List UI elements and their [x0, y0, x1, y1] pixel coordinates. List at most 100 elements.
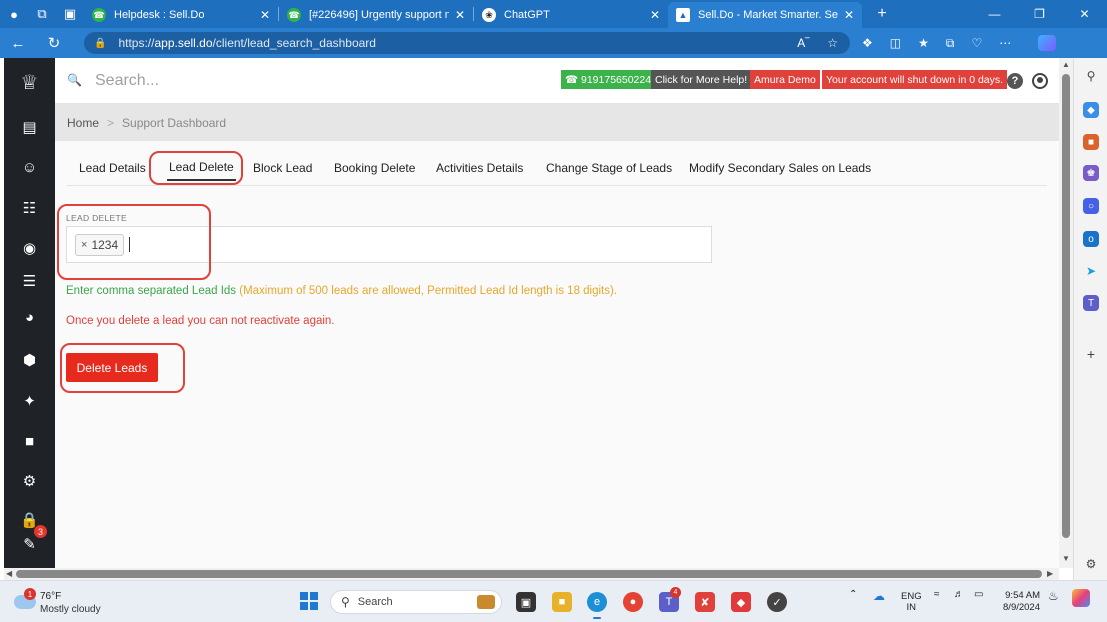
folder-icon[interactable]: ■ — [4, 426, 55, 456]
browser-tab-selldo[interactable]: ▲ Sell.Do - Market Smarter. Sell Faster … — [668, 2, 862, 28]
lock-icon[interactable]: 🔒 — [94, 38, 106, 49]
favorite-star-icon[interactable]: ☆ — [827, 36, 838, 50]
anydesk-icon[interactable]: ◆ — [731, 592, 751, 612]
taskbar-search[interactable]: ⚲ Search — [330, 590, 502, 614]
copilot-taskbar-icon[interactable] — [1072, 589, 1090, 607]
gear-icon[interactable]: ⚙ — [4, 466, 55, 496]
weather-widget[interactable]: 1 76°F Mostly cloudy — [12, 588, 132, 617]
copilot-icon[interactable] — [1038, 35, 1057, 51]
minimize-icon[interactable]: — — [972, 0, 1017, 28]
battery-icon[interactable]: ▭ — [974, 589, 983, 600]
outlook-icon[interactable]: o — [1083, 231, 1099, 247]
megaphone-icon[interactable]: ✎ 3 — [4, 525, 55, 559]
scroll-down-icon[interactable]: ▼ — [1062, 554, 1070, 563]
clock[interactable]: 9:54 AM 8/9/2024 — [996, 590, 1040, 614]
magic-wand-icon[interactable]: ✦ — [4, 386, 55, 416]
user-avatar-icon[interactable] — [1032, 73, 1048, 89]
start-icon[interactable] — [300, 592, 318, 610]
more-menu-icon[interactable]: ⋯ — [999, 36, 1011, 50]
workspaces-icon[interactable]: ⧉ — [28, 0, 56, 28]
shopping-tag-icon[interactable]: ◆ — [1083, 102, 1099, 118]
region-code: IN — [906, 602, 917, 613]
new-tab-icon[interactable]: + — [872, 5, 892, 23]
close-window-icon[interactable]: ✕ — [1062, 0, 1107, 28]
scrollbar-thumb[interactable] — [1062, 74, 1070, 538]
volume-icon[interactable]: ♬ — [954, 589, 964, 600]
cube-icon[interactable]: ⬢ — [4, 345, 55, 375]
close-tab-icon[interactable]: ✕ — [260, 8, 270, 22]
browser-essentials-icon[interactable]: ♡ — [971, 36, 982, 50]
snipping-tool-icon[interactable]: ✘ — [695, 592, 715, 612]
profile-icon[interactable]: ● — [0, 0, 28, 28]
tab-title: ChatGPT — [504, 9, 550, 21]
extensions-icon[interactable]: ❖ — [862, 36, 873, 50]
analytics-icon[interactable]: ▤ — [4, 112, 55, 142]
users-icon[interactable]: ☺ — [4, 152, 55, 182]
edge-icon[interactable]: e — [587, 592, 607, 619]
scroll-left-icon[interactable]: ◀ — [6, 569, 12, 578]
tab-activities-details[interactable]: Activities Details — [436, 154, 523, 181]
help-button[interactable]: Click for More Help! — [651, 70, 752, 89]
maximize-icon[interactable]: ❐ — [1017, 0, 1062, 28]
search-input[interactable] — [95, 69, 515, 93]
notification-bell-icon[interactable]: ♨ — [1048, 589, 1059, 603]
teams-icon[interactable]: T 4 — [659, 587, 681, 612]
settings-icon[interactable]: ⚙ — [1083, 556, 1099, 572]
file-explorer-icon[interactable]: ■ — [552, 592, 572, 612]
tab-lead-delete[interactable]: Lead Delete — [167, 154, 236, 181]
delete-leads-button[interactable]: Delete Leads — [66, 353, 158, 382]
vertical-scrollbar[interactable]: ▲ ▼ — [1059, 58, 1073, 568]
tab-lead-details[interactable]: Lead Details — [79, 154, 146, 181]
refresh-icon[interactable]: ↻ — [36, 28, 72, 58]
help-icon[interactable]: ? — [1007, 73, 1023, 89]
close-tab-icon[interactable]: ✕ — [844, 8, 854, 22]
close-tab-icon[interactable]: ✕ — [650, 8, 660, 22]
browser-tab-ticket[interactable]: ☎ [#226496] Urgently support needed ✕ — [279, 2, 473, 28]
tab-change-stage[interactable]: Change Stage of Leads — [546, 154, 672, 181]
collections-icon[interactable]: ⧉ — [946, 36, 955, 51]
scroll-right-icon[interactable]: ▶ — [1047, 569, 1053, 578]
book-icon[interactable]: ☷ — [4, 193, 55, 223]
browser-tab-helpdesk[interactable]: ☎ Helpdesk : Sell.Do ✕ — [84, 2, 278, 28]
onedrive-icon[interactable]: ☁ — [873, 589, 885, 603]
language-indicator[interactable]: ENG IN — [901, 591, 922, 613]
wifi-icon[interactable]: ≈ — [934, 589, 940, 600]
tab-booking-delete[interactable]: Booking Delete — [334, 154, 415, 181]
add-icon[interactable]: + — [1083, 346, 1099, 362]
selldo-logo-icon[interactable]: ♕ — [4, 58, 55, 106]
tab-modify-secondary-sales[interactable]: Modify Secondary Sales on Leads — [689, 154, 871, 181]
account-button[interactable]: Amura Demo — [750, 70, 820, 89]
chrome-icon[interactable]: ● — [623, 592, 643, 612]
clock-app-icon[interactable]: ✓ — [767, 592, 787, 612]
send-icon[interactable]: ➤ — [1083, 263, 1099, 279]
copilot-side-icon[interactable]: ○ — [1083, 198, 1099, 214]
tab-actions-icon[interactable]: ▣ — [56, 0, 84, 28]
task-view-icon[interactable]: ▣ — [516, 592, 536, 612]
games-icon[interactable]: ♚ — [1083, 165, 1099, 181]
phone-button[interactable]: ☎ 919175650224 — [561, 70, 656, 89]
search-icon[interactable]: ⚲ — [1083, 68, 1099, 84]
back-icon[interactable]: ← — [0, 28, 36, 58]
pie-chart-icon[interactable]: ◕ — [4, 302, 55, 332]
scroll-up-icon[interactable]: ▲ — [1062, 60, 1070, 69]
favorites-icon[interactable]: ★ — [918, 36, 929, 50]
close-tab-icon[interactable]: ✕ — [455, 8, 465, 22]
horizontal-scrollbar[interactable]: ◀ ▶ — [4, 568, 1059, 580]
chip-value: 1234 — [91, 238, 119, 252]
split-screen-icon[interactable]: ◫ — [890, 36, 901, 50]
browser-tab-chatgpt[interactable]: ❀ ChatGPT ✕ — [474, 2, 668, 28]
read-aloud-icon[interactable]: A‾ — [797, 36, 809, 50]
breadcrumb-home[interactable]: Home — [67, 116, 99, 130]
scrollbar-thumb[interactable] — [16, 570, 1042, 578]
list-icon[interactable]: ☰ — [4, 266, 55, 296]
chevron-up-icon[interactable]: ⌃ — [849, 589, 857, 600]
toolbox-icon[interactable]: ■ — [1083, 134, 1099, 150]
tab-block-lead[interactable]: Block Lead — [253, 154, 312, 181]
teams-icon[interactable]: T — [1083, 295, 1099, 311]
shutdown-warning-badge[interactable]: Your account will shut down in 0 days. — [822, 70, 1008, 89]
lead-id-input[interactable]: × 1234 — [66, 226, 712, 263]
remove-chip-icon[interactable]: × — [81, 239, 87, 251]
chat-icon[interactable]: ◉ — [4, 233, 55, 263]
chatgpt-icon: ❀ — [482, 8, 496, 22]
address-bar[interactable]: 🔒 https://app.sell.do/client/lead_search… — [84, 32, 850, 54]
